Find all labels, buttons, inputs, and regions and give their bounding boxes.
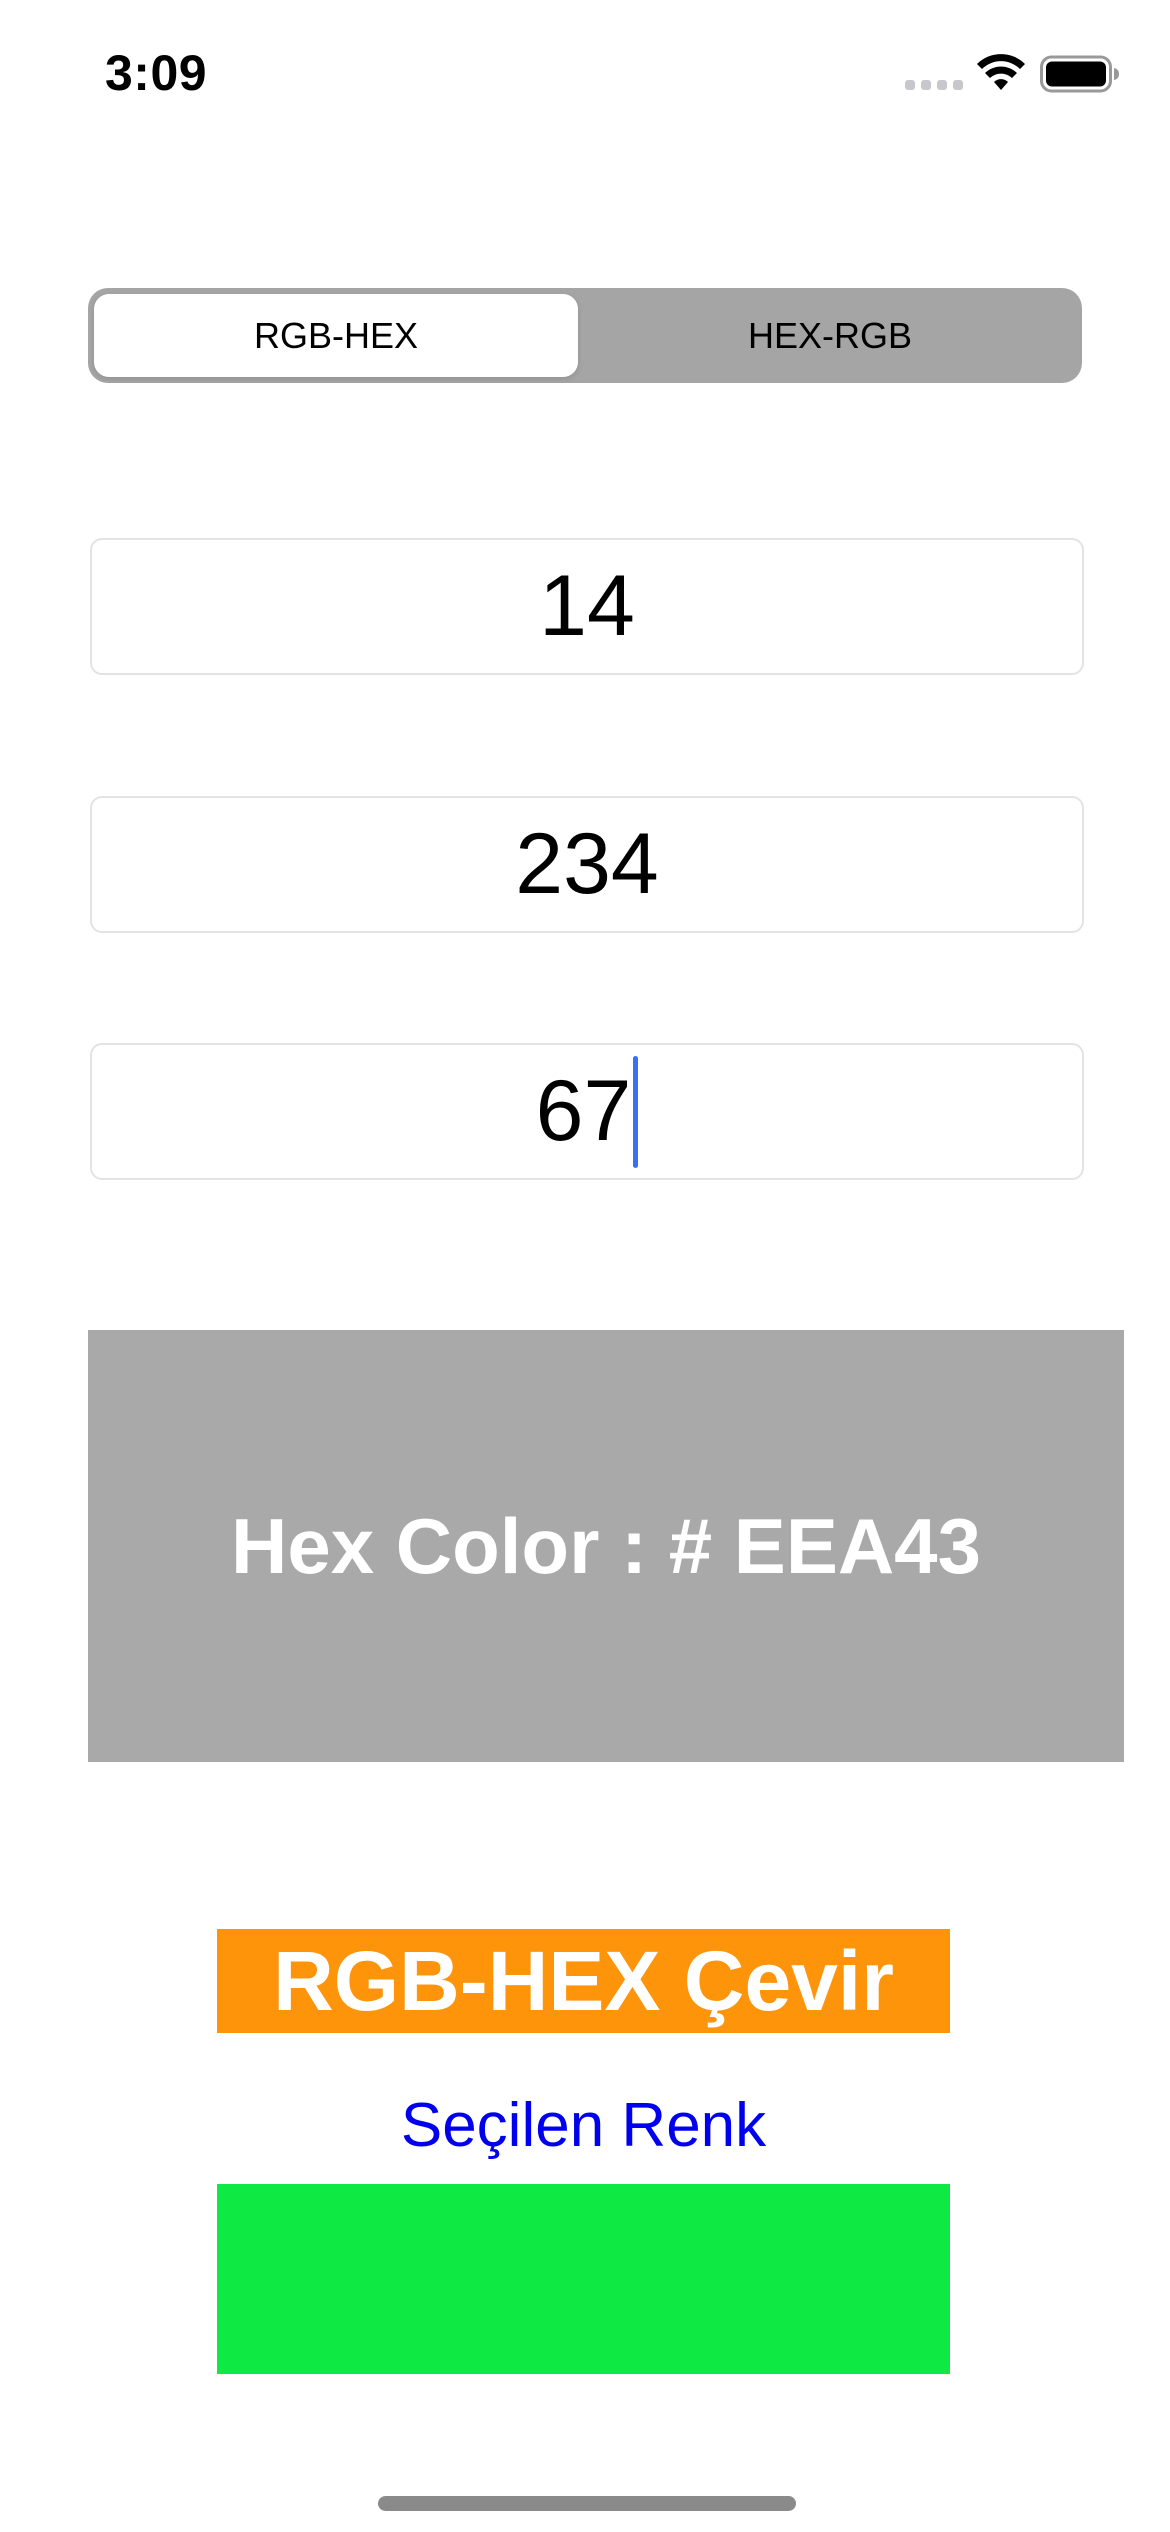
- cell-signal-icon: [905, 80, 963, 90]
- selected-color-label: Seçilen Renk: [400, 2091, 767, 2160]
- status-time: 3:09: [105, 45, 208, 101]
- wifi-icon: [977, 54, 1025, 90]
- green-input-value: 234: [515, 816, 659, 912]
- convert-button[interactable]: RGB-HEX Çevir: [217, 1929, 950, 2033]
- red-input[interactable]: 14: [90, 538, 1084, 675]
- segment-rgb-hex[interactable]: RGB-HEX: [94, 294, 578, 377]
- mode-segmented-control: RGB-HEX HEX-RGB: [88, 288, 1082, 383]
- text-cursor: [633, 1055, 639, 1168]
- hex-result-text: Hex Color : # EEA43: [231, 1501, 981, 1590]
- red-input-value: 14: [539, 558, 635, 654]
- hex-result-box: Hex Color : # EEA43: [88, 1330, 1124, 1762]
- blue-input-value: 67: [535, 1063, 632, 1159]
- green-input[interactable]: 234: [90, 796, 1084, 933]
- segment-hex-rgb[interactable]: HEX-RGB: [588, 294, 1072, 377]
- home-indicator[interactable]: [378, 2496, 796, 2511]
- battery-icon: [1040, 55, 1119, 93]
- blue-input[interactable]: 67: [90, 1043, 1084, 1180]
- status-bar: 3:09: [0, 0, 1170, 150]
- selected-color-swatch: [217, 2184, 950, 2374]
